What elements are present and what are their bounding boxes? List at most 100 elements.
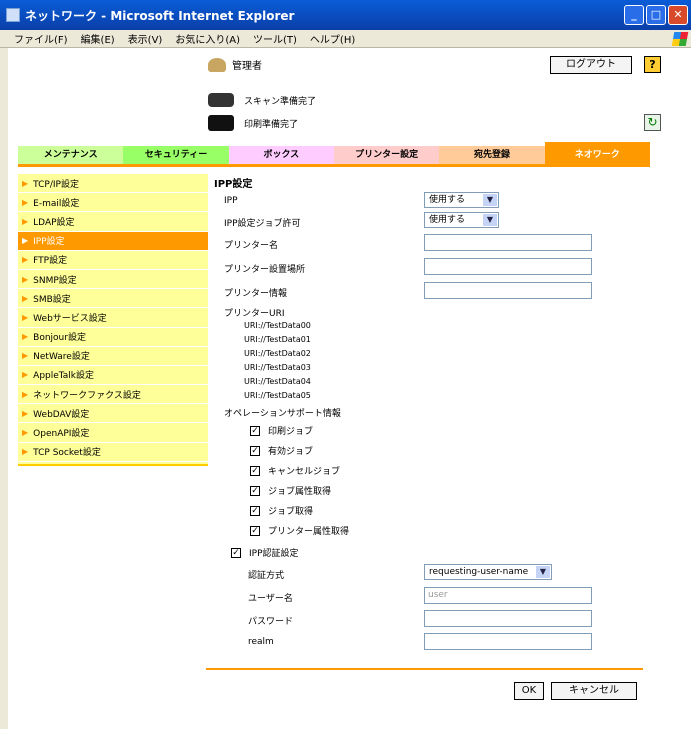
scanner-icon	[208, 93, 234, 107]
sidebar-item-openapi[interactable]: ▶ OpenAPI設定	[18, 423, 208, 443]
checkbox-checked-icon[interactable]: ✓	[250, 505, 260, 516]
sidebar-item-smb[interactable]: ▶ SMB設定	[18, 289, 208, 309]
arrow-icon: ▶	[22, 351, 29, 361]
sidebar-item-label: Webサービス設定	[33, 313, 107, 324]
uri-item: URI://TestData02	[244, 349, 311, 358]
logout-button[interactable]: ログアウト	[550, 56, 632, 74]
checkbox-checked-icon[interactable]: ✓	[250, 445, 260, 456]
minimize-button[interactable]: _	[624, 5, 644, 25]
maximize-button[interactable]: □	[646, 5, 666, 25]
checkbox-checked-icon[interactable]: ✓	[231, 547, 241, 558]
sidebar-item-email[interactable]: ▶ E-mail設定	[18, 193, 208, 213]
menu-file[interactable]: ファイル(F)	[14, 31, 68, 46]
sidebar-item-label: AppleTalk設定	[33, 371, 95, 382]
sidebar-item-tcpip[interactable]: ▶ TCP/IP設定	[18, 174, 208, 194]
printer-name-input[interactable]	[424, 234, 592, 251]
printer-uri-label: プリンターURI	[224, 309, 285, 319]
uri-item: URI://TestData01	[244, 335, 311, 344]
printer-location-input[interactable]	[424, 258, 592, 275]
page-content: 管理者 ログアウト ? スキャン準備完了 印刷準備完了 ↻ メンテナンス セキュ…	[0, 48, 691, 729]
sidebar-item-appletalk[interactable]: ▶ AppleTalk設定	[18, 366, 208, 386]
sidebar-item-label: OpenAPI設定	[33, 429, 90, 440]
admin-icon	[208, 57, 226, 72]
tab-address[interactable]: 宛先登録	[439, 146, 545, 164]
printer-icon	[208, 115, 234, 131]
op-label: プリンター属性取得	[268, 527, 350, 537]
tab-network[interactable]: ネオワーク	[544, 142, 650, 164]
sidebar-item-label: SNMP設定	[33, 275, 77, 286]
ok-button[interactable]: OK	[514, 682, 544, 700]
print-status-text: 印刷準備完了	[244, 119, 299, 130]
chevron-down-icon[interactable]: ▼	[536, 566, 550, 578]
tab-underline	[18, 164, 650, 167]
scan-status: スキャン準備完了	[208, 93, 316, 107]
menu-favorites[interactable]: お気に入り(A)	[175, 31, 240, 46]
chevron-down-icon[interactable]: ▼	[483, 214, 497, 226]
arrow-icon: ▶	[22, 255, 29, 265]
arrow-icon: ▶	[22, 178, 29, 188]
arrow-icon: ▶	[22, 312, 29, 322]
sidebar-item-netware[interactable]: ▶ NetWare設定	[18, 347, 208, 366]
sidebar-item-webdav[interactable]: ▶ WebDAV設定	[18, 404, 208, 424]
sidebar-item-tcp-socket[interactable]: ▶ TCP Socket設定	[18, 443, 208, 462]
printer-info-input[interactable]	[424, 282, 592, 299]
job-permission-label: IPP設定ジョブ許可	[224, 219, 301, 229]
arrow-icon: ▶	[22, 216, 29, 226]
op-label: 有効ジョブ	[268, 447, 314, 457]
op-cancel-job[interactable]: ✓ キャンセルジョブ	[250, 464, 340, 477]
sidebar-item-ldap[interactable]: ▶ LDAP設定	[18, 212, 208, 232]
arrow-icon: ▶	[22, 197, 29, 207]
ipp-auth-checkbox[interactable]: ✓ IPP認証設定	[231, 546, 299, 559]
password-input[interactable]	[424, 610, 592, 627]
menu-view[interactable]: 表示(V)	[128, 31, 163, 46]
arrow-icon: ▶	[22, 236, 29, 246]
printer-info-label: プリンター情報	[224, 289, 288, 299]
close-button[interactable]: ✕	[668, 5, 688, 25]
sidebar-item-network-fax[interactable]: ▶ ネットワークファクス設定	[18, 385, 208, 405]
op-valid-job[interactable]: ✓ 有効ジョブ	[250, 444, 313, 457]
help-button[interactable]: ?	[644, 56, 661, 73]
op-get-jobs[interactable]: ✓ ジョブ取得	[250, 504, 313, 517]
arrow-icon: ▶	[22, 293, 29, 303]
menu-edit[interactable]: 編集(E)	[81, 31, 115, 46]
realm-label: realm	[248, 637, 274, 647]
checkbox-checked-icon[interactable]: ✓	[250, 525, 260, 536]
job-permission-select[interactable]: 使用する ▼	[424, 212, 499, 228]
sidebar-item-bonjour[interactable]: ▶ Bonjour設定	[18, 328, 208, 347]
auth-method-select[interactable]: requesting-user-name ▼	[424, 564, 552, 580]
tab-box[interactable]: ボックス	[228, 146, 334, 164]
user-name: 管理者	[232, 61, 262, 72]
checkbox-checked-icon[interactable]: ✓	[250, 485, 260, 496]
op-get-job-attributes[interactable]: ✓ ジョブ属性取得	[250, 484, 331, 497]
arrow-icon: ▶	[22, 389, 29, 399]
ipp-select[interactable]: 使用する ▼	[424, 192, 499, 208]
op-get-printer-attributes[interactable]: ✓ プリンター属性取得	[250, 524, 349, 537]
sidebar-item-ipp[interactable]: ▶ IPP設定	[18, 231, 208, 251]
cancel-button[interactable]: キャンセル	[551, 682, 637, 700]
window-title: ネットワーク - Microsoft Internet Explorer	[25, 8, 295, 23]
tab-security[interactable]: セキュリティー	[123, 146, 229, 164]
realm-input[interactable]	[424, 633, 592, 650]
printer-name-label: プリンター名	[224, 241, 279, 251]
sidebar-item-ftp[interactable]: ▶ FTP設定	[18, 251, 208, 270]
auth-method-value: requesting-user-name	[429, 567, 529, 577]
tab-maintenance[interactable]: メンテナンス	[18, 146, 124, 164]
op-print-job[interactable]: ✓ 印刷ジョブ	[250, 424, 313, 437]
uri-item: URI://TestData04	[244, 377, 311, 386]
refresh-icon[interactable]: ↻	[644, 114, 661, 131]
sidebar-item-label: TCP/IP設定	[33, 179, 79, 190]
sidebar-item-snmp[interactable]: ▶ SNMP設定	[18, 270, 208, 290]
menu-help[interactable]: ヘルプ(H)	[310, 31, 355, 46]
checkbox-checked-icon[interactable]: ✓	[250, 465, 260, 476]
op-label: ジョブ取得	[268, 507, 314, 517]
chevron-down-icon[interactable]: ▼	[483, 194, 497, 206]
op-label: ジョブ属性取得	[268, 487, 332, 497]
checkbox-checked-icon[interactable]: ✓	[250, 425, 260, 436]
arrow-icon: ▶	[22, 408, 29, 418]
username-input[interactable]: user	[424, 587, 592, 604]
sidebar-item-webservice[interactable]: ▶ Webサービス設定	[18, 308, 208, 328]
main-tabs: メンテナンス セキュリティー ボックス プリンター設定 宛先登録 ネオワーク	[18, 142, 650, 164]
ipp-auth-label: IPP認証設定	[249, 549, 299, 559]
menu-tools[interactable]: ツール(T)	[253, 31, 297, 46]
tab-printer-settings[interactable]: プリンター設定	[333, 146, 440, 164]
